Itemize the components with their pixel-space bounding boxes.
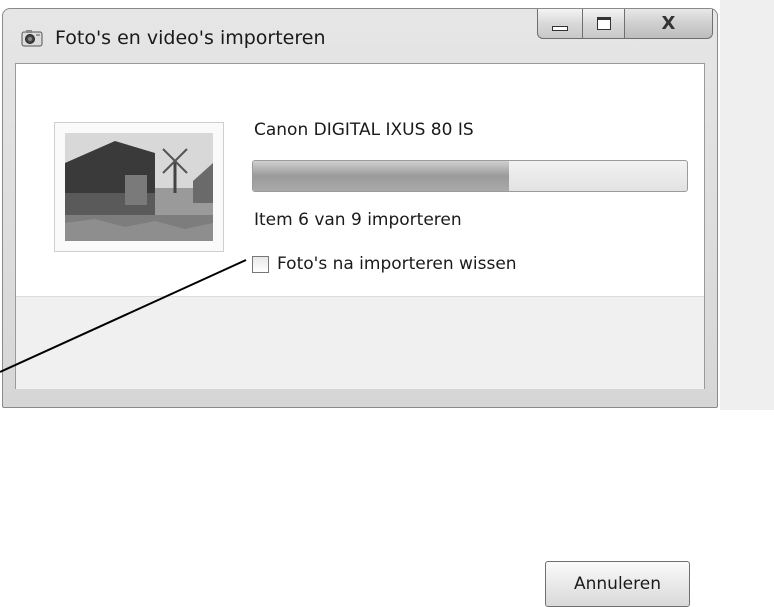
delete-after-import-checkbox[interactable] xyxy=(252,255,269,273)
minimize-icon xyxy=(552,26,568,31)
window-title: Foto's en video's importeren xyxy=(55,27,326,49)
import-dialog: Foto's en video's importeren X Canon DIG… xyxy=(2,8,718,607)
maximize-icon xyxy=(596,17,611,30)
dialog-footer: Annuleren xyxy=(16,296,704,607)
close-icon: X xyxy=(661,13,676,34)
progress-fill xyxy=(253,161,510,191)
close-button[interactable]: X xyxy=(625,9,713,39)
delete-after-import-option[interactable]: Foto's na importeren wissen xyxy=(252,252,517,276)
thumbnail-frame xyxy=(54,122,224,252)
windmill-photo xyxy=(65,133,213,241)
dialog-body: Canon DIGITAL IXUS 80 IS Item 6 van 9 im… xyxy=(15,63,705,607)
background-strip xyxy=(720,0,774,410)
minimize-button[interactable] xyxy=(537,9,583,39)
title-bar[interactable]: Foto's en video's importeren X xyxy=(3,9,717,63)
device-name: Canon DIGITAL IXUS 80 IS xyxy=(254,120,474,140)
caption-buttons: X xyxy=(537,9,713,39)
maximize-button[interactable] xyxy=(583,9,625,39)
camera-icon xyxy=(21,29,43,47)
import-status: Item 6 van 9 importeren xyxy=(254,210,462,230)
delete-after-import-label[interactable]: Foto's na importeren wissen xyxy=(277,254,517,274)
cancel-button[interactable]: Annuleren xyxy=(545,561,690,607)
import-progress-bar xyxy=(252,160,688,192)
